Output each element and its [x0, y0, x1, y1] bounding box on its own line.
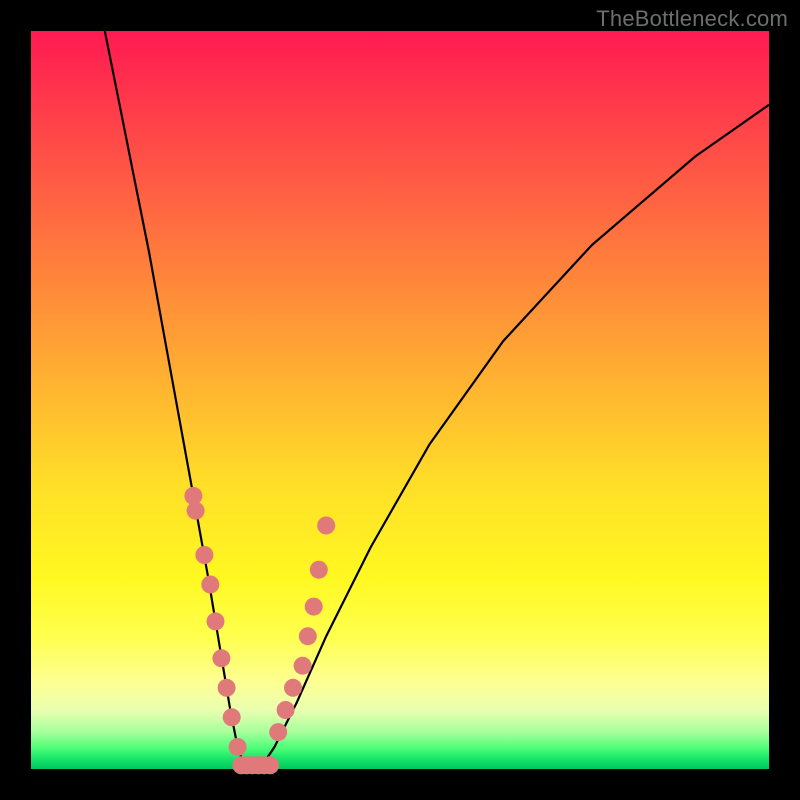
data-point — [294, 657, 312, 675]
data-point — [305, 598, 323, 616]
data-point — [317, 517, 335, 535]
data-point — [195, 546, 213, 564]
curve-layer — [31, 31, 769, 769]
data-point — [187, 502, 205, 520]
chart-frame: TheBottleneck.com — [0, 0, 800, 800]
watermark-text: TheBottleneck.com — [596, 6, 788, 32]
data-point — [310, 561, 328, 579]
data-point — [269, 723, 287, 741]
data-point — [299, 627, 317, 645]
data-point — [261, 756, 279, 774]
data-point — [207, 612, 225, 630]
bottleneck-curve — [105, 31, 769, 769]
data-point — [229, 738, 247, 756]
plot-area — [31, 31, 769, 769]
sample-points-right — [269, 517, 335, 742]
data-point — [218, 679, 236, 697]
data-point — [284, 679, 302, 697]
sample-points-bottom — [232, 756, 279, 774]
data-point — [201, 576, 219, 594]
sample-points-left — [184, 487, 246, 756]
data-point — [223, 708, 241, 726]
data-point — [212, 649, 230, 667]
data-point — [277, 701, 295, 719]
